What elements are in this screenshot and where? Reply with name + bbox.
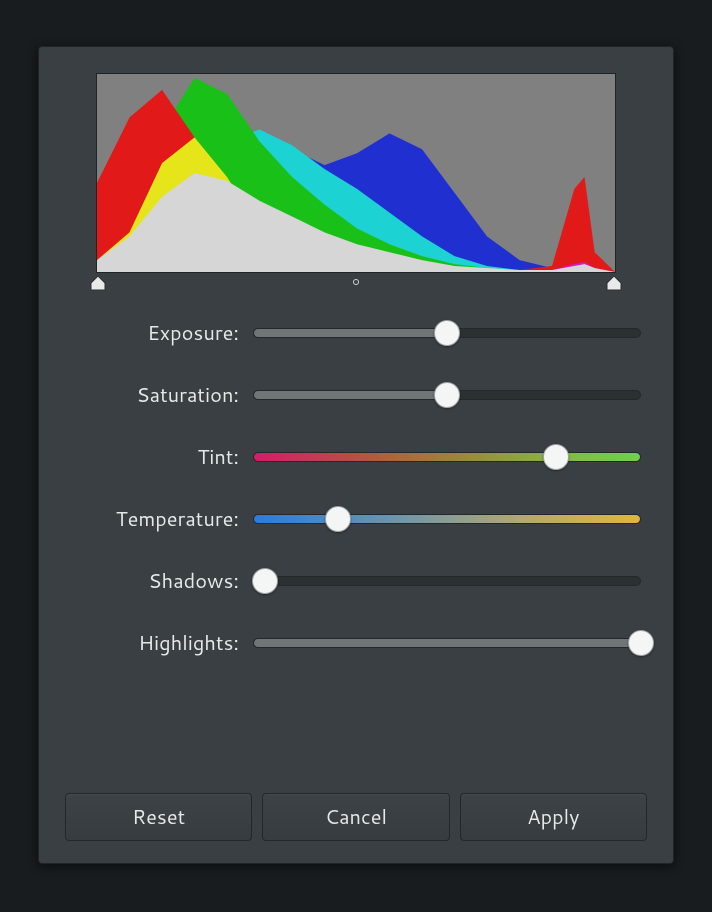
- temperature-label: Temperature:: [71, 505, 241, 533]
- temperature-track: [253, 514, 641, 524]
- tint-slider[interactable]: [253, 445, 641, 469]
- exposure-thumb[interactable]: [434, 320, 460, 346]
- histogram-section: [96, 73, 616, 297]
- tint-label: Tint:: [71, 443, 241, 471]
- exposure-slider-row: Exposure:: [71, 319, 641, 347]
- tint-thumb[interactable]: [543, 444, 569, 470]
- saturation-slider-row: Saturation:: [71, 381, 641, 409]
- tint-track: [253, 452, 641, 462]
- histogram-mid-handle-icon[interactable]: [353, 279, 359, 285]
- shadows-slider[interactable]: [253, 569, 641, 593]
- tint-slider-row: Tint:: [71, 443, 641, 471]
- temperature-thumb[interactable]: [325, 506, 351, 532]
- apply-button[interactable]: Apply: [460, 793, 647, 841]
- highlights-track-fill: [253, 638, 641, 648]
- cancel-button[interactable]: Cancel: [262, 793, 449, 841]
- exposure-slider[interactable]: [253, 321, 641, 345]
- button-row: Reset Cancel Apply: [65, 763, 647, 841]
- exposure-track-fill: [253, 328, 447, 338]
- shadows-track: [253, 576, 641, 586]
- temperature-slider-row: Temperature:: [71, 505, 641, 533]
- highlights-label: Highlights:: [71, 629, 241, 657]
- saturation-label: Saturation:: [71, 381, 241, 409]
- shadows-thumb[interactable]: [252, 568, 278, 594]
- sliders-group: Exposure: Saturation: Tint: Temperature: Sha…: [65, 319, 647, 657]
- saturation-thumb[interactable]: [434, 382, 460, 408]
- saturation-track-fill: [253, 390, 447, 400]
- shadows-slider-row: Shadows:: [71, 567, 641, 595]
- saturation-slider[interactable]: [253, 383, 641, 407]
- highlights-thumb[interactable]: [628, 630, 654, 656]
- window-backdrop: Exposure: Saturation: Tint: Temperature: Sha…: [0, 0, 712, 912]
- exposure-label: Exposure:: [71, 319, 241, 347]
- histogram-handle-row: [96, 275, 616, 297]
- histogram-chart: [96, 73, 616, 273]
- color-adjust-panel: Exposure: Saturation: Tint: Temperature: Sha…: [38, 46, 674, 864]
- highlights-slider-row: Highlights:: [71, 629, 641, 657]
- shadows-label: Shadows:: [71, 567, 241, 595]
- temperature-slider[interactable]: [253, 507, 641, 531]
- histogram-right-handle-icon[interactable]: [606, 275, 622, 291]
- reset-button[interactable]: Reset: [65, 793, 252, 841]
- highlights-slider[interactable]: [253, 631, 641, 655]
- histogram-left-handle-icon[interactable]: [90, 275, 106, 291]
